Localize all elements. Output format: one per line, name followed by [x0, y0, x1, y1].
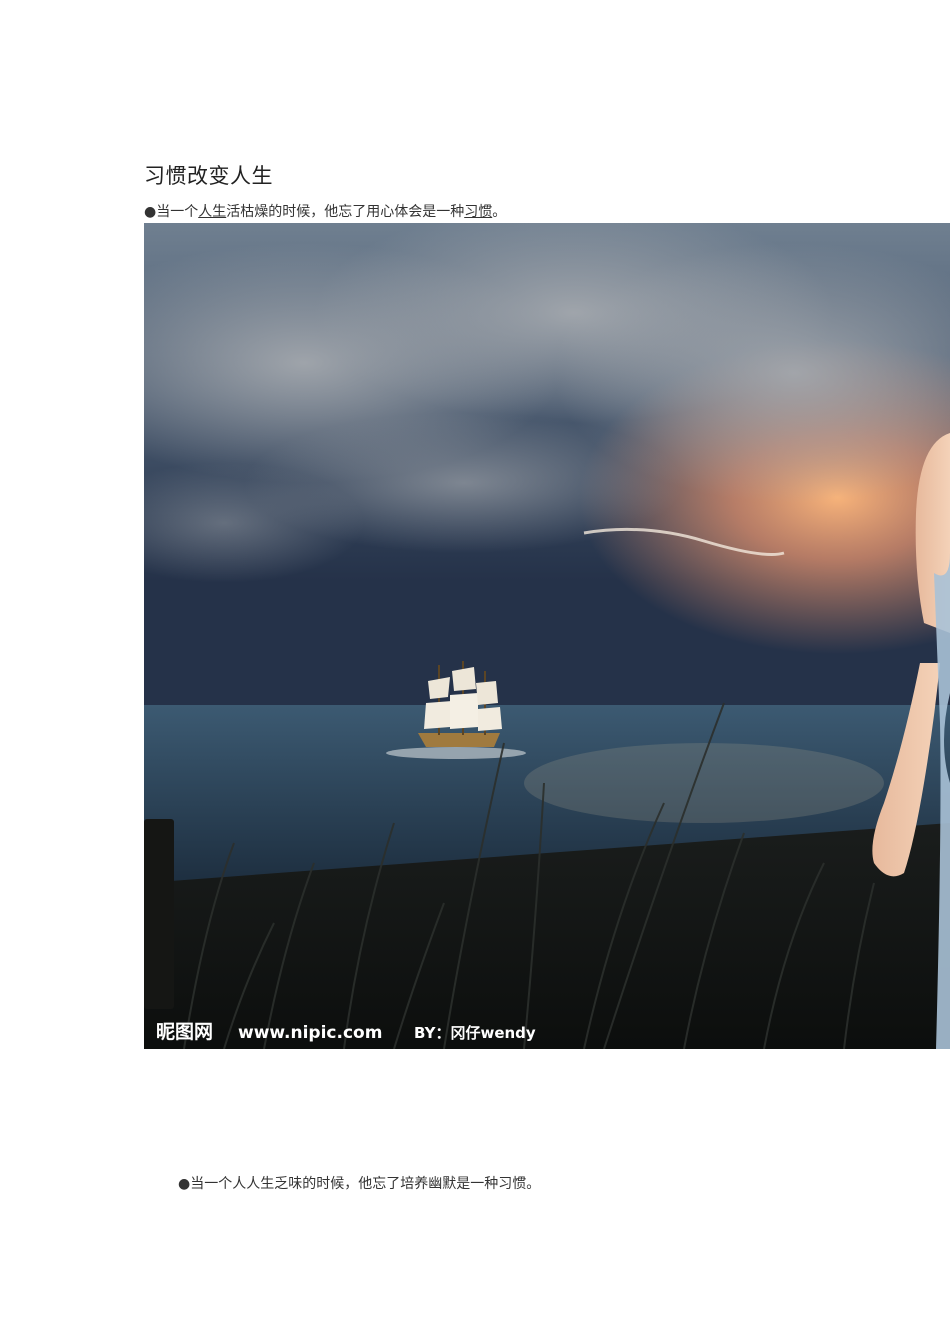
- watermark-logo: 昵图网: [156, 1021, 213, 1043]
- watermark: 昵图网 www.nipic.com BY：冈仔wendy: [156, 1021, 536, 1043]
- link-life[interactable]: 人生: [198, 204, 226, 220]
- text-segment: 。: [492, 204, 507, 220]
- paragraph-text: 当一个人人生乏味的时候，他忘了培养幽默是一种习惯。: [190, 1176, 541, 1192]
- bullet: ●: [144, 204, 157, 220]
- paragraph-2: ●当一个人人生乏味的时候，他忘了培养幽默是一种习惯。: [178, 1173, 540, 1193]
- text-segment: 活枯燥的时候，他忘了用心体会是一种: [226, 204, 465, 220]
- text-segment: 当一个: [156, 204, 199, 220]
- watermark-author: BY：冈仔wendy: [414, 1024, 536, 1042]
- page-title: 习惯改变人生: [144, 164, 273, 188]
- bullet: ●: [178, 1176, 191, 1192]
- seascape-photo: 昵图网 www.nipic.com BY：冈仔wendy: [144, 223, 950, 1049]
- paragraph-1: ●当一个人生活枯燥的时候，他忘了用心体会是一种习惯。: [144, 201, 506, 221]
- watermark-url: www.nipic.com: [238, 1023, 382, 1043]
- link-habit[interactable]: 习惯: [464, 204, 492, 220]
